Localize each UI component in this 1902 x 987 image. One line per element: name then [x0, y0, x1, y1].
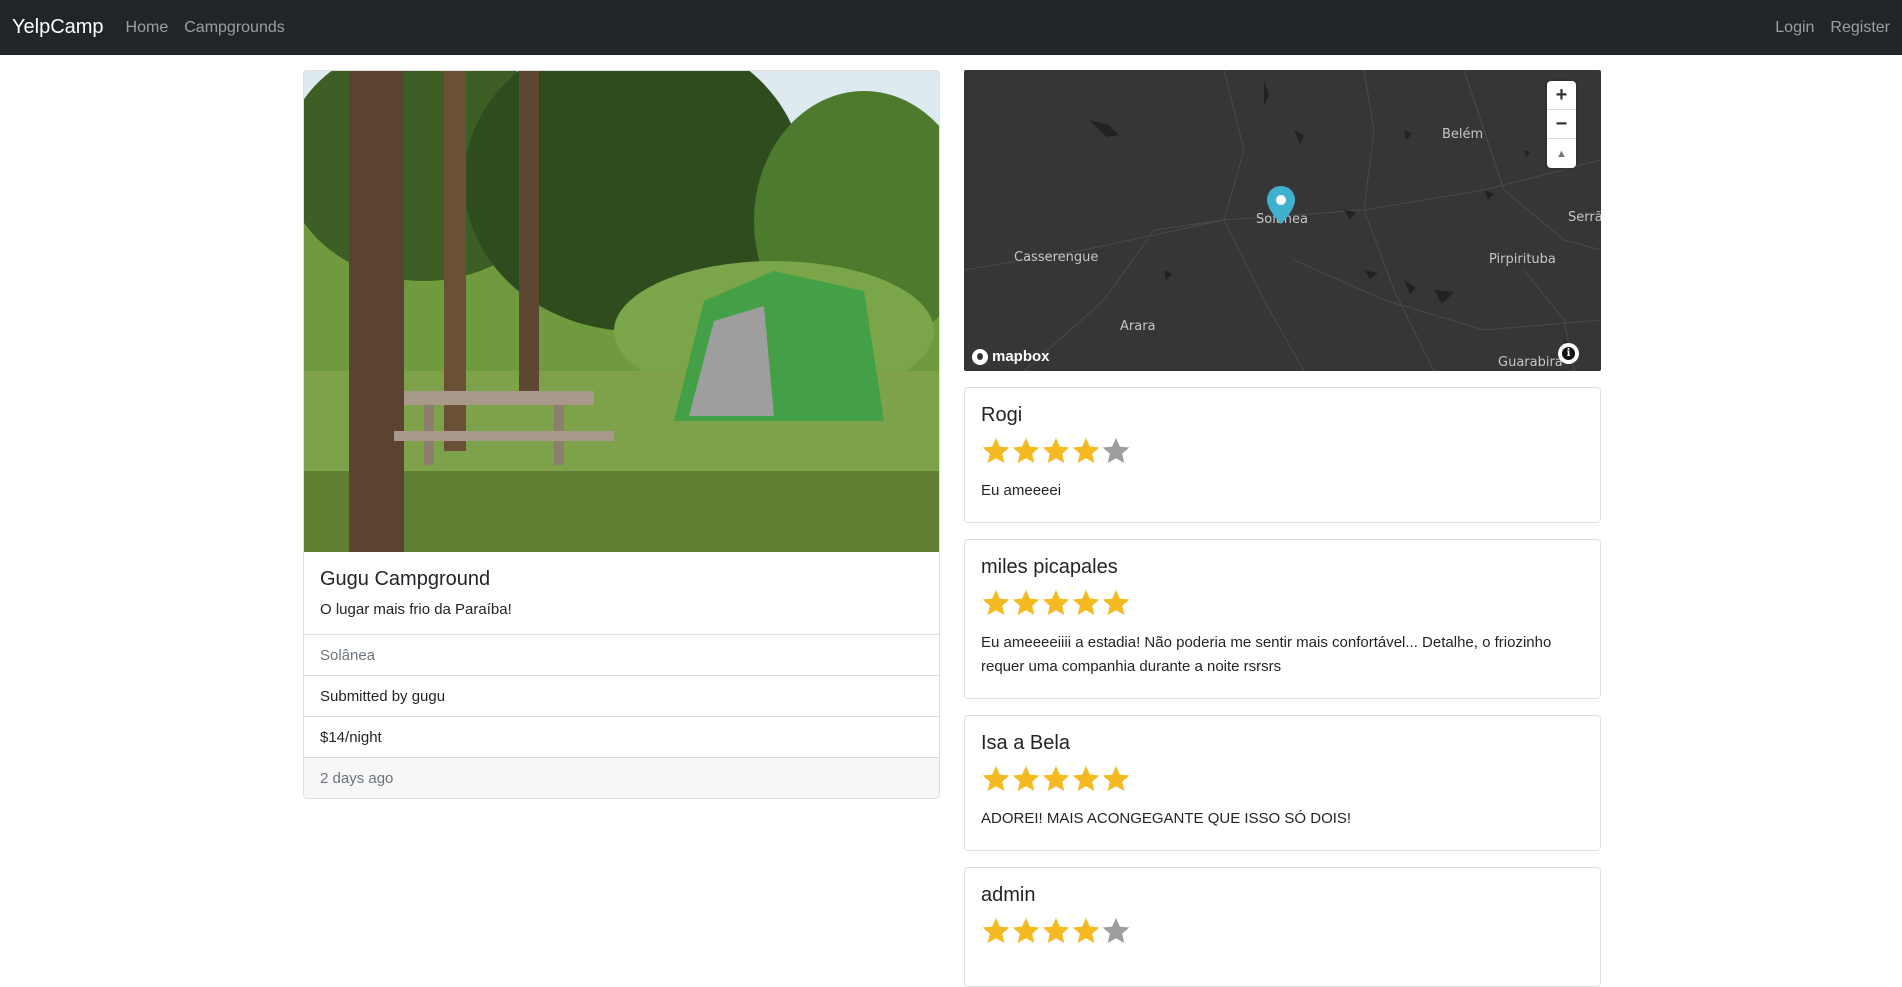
star-filled-icon [1102, 590, 1130, 615]
star-filled-icon [982, 766, 1010, 791]
star-filled-icon [1072, 918, 1100, 943]
map-marker-icon[interactable] [1267, 186, 1295, 224]
star-filled-icon [1012, 590, 1040, 615]
zoom-in-button[interactable]: + [1547, 81, 1576, 110]
map-label-guarabira: Guarabira [1498, 355, 1563, 370]
map-zoom-controls: + − ▲ [1547, 81, 1576, 168]
review-author: Isa a Bela [981, 732, 1070, 754]
review-card: Isa a Bela ADOREI! MAIS ACONGEGANTE QUE … [964, 715, 1601, 851]
review-text: Eu ameeeei [981, 482, 1062, 499]
star-filled-icon [1072, 766, 1100, 791]
map-label-casserengue: Casserengue [1014, 250, 1099, 265]
review-author: miles picapales [981, 556, 1118, 578]
map-label-belem: Belém [1442, 127, 1484, 142]
campground-price: $14/night [304, 716, 939, 757]
star-filled-icon [1042, 766, 1070, 791]
campground-location: Solânea [304, 634, 939, 675]
review-card: miles picapales Eu ameeeeiiii a estadia!… [964, 539, 1601, 699]
review-rating [981, 913, 1584, 949]
register-link[interactable]: Register [1830, 19, 1890, 37]
map-attribution-button[interactable]: i [1558, 343, 1579, 364]
star-filled-icon [1042, 438, 1070, 463]
star-filled-icon [982, 590, 1010, 615]
star-filled-icon [982, 438, 1010, 463]
review-text: Eu ameeeeiiii a estadia! Não poderia me … [981, 634, 1552, 675]
star-empty-icon [1102, 438, 1130, 463]
star-filled-icon [982, 918, 1010, 943]
campground-body: Gugu Campground O lugar mais frio da Par… [304, 552, 939, 634]
review-text: ADOREI! MAIS ACONGEGANTE QUE ISSO SÓ DOI… [981, 810, 1352, 827]
review-author: admin [981, 884, 1036, 906]
mapbox-logo-icon [972, 348, 988, 365]
star-filled-icon [1012, 766, 1040, 791]
review-card: admin [964, 867, 1601, 987]
star-filled-icon [1042, 918, 1070, 943]
compass-button[interactable]: ▲ [1547, 139, 1576, 168]
mapbox-logo-text: mapbox [992, 348, 1050, 365]
brand-link[interactable]: YelpCamp [12, 16, 104, 39]
zoom-out-button[interactable]: − [1547, 110, 1576, 139]
review-rating [981, 761, 1584, 797]
star-filled-icon [1042, 590, 1070, 615]
star-empty-icon [1102, 918, 1130, 943]
campground-card: Gugu Campground O lugar mais frio da Par… [303, 70, 940, 799]
review-rating [981, 433, 1584, 469]
review-card: Rogi Eu ameeeei [964, 387, 1601, 523]
navbar: YelpCamp Home Campgrounds Login Register [0, 0, 1902, 55]
star-filled-icon [1102, 766, 1130, 791]
nav-auth: Login Register [1759, 19, 1890, 37]
campground-title: Gugu Campground [320, 568, 491, 590]
nav-home-link[interactable]: Home [126, 19, 169, 37]
map-label-arara: Arara [1120, 319, 1156, 334]
star-filled-icon [1072, 590, 1100, 615]
campground-posted-time: 2 days ago [304, 757, 939, 798]
campground-map[interactable]: Belém Solânea Serrã Casserengue Pirpirit… [964, 70, 1601, 371]
campground-author: Submitted by gugu [304, 675, 939, 716]
mapbox-logo[interactable]: mapbox [972, 348, 1050, 365]
map-label-pirpirituba: Pirpirituba [1489, 252, 1556, 267]
review-author: Rogi [981, 404, 1023, 426]
review-rating [981, 585, 1584, 621]
nav-campgrounds-link[interactable]: Campgrounds [184, 19, 285, 37]
login-link[interactable]: Login [1775, 19, 1814, 37]
star-filled-icon [1072, 438, 1100, 463]
info-icon: i [1562, 347, 1575, 360]
campground-image [304, 71, 939, 552]
star-filled-icon [1012, 918, 1040, 943]
campground-description: O lugar mais frio da Paraíba! [320, 601, 512, 618]
map-label-serra: Serrã [1568, 210, 1601, 225]
star-filled-icon [1012, 438, 1040, 463]
